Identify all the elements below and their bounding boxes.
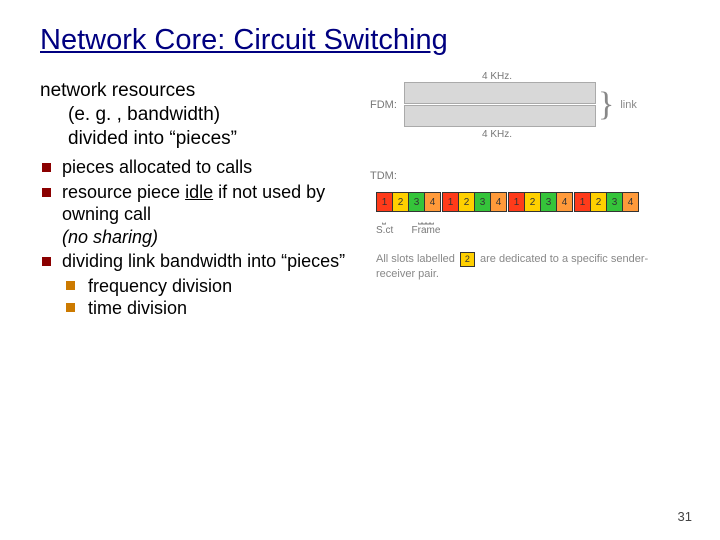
fdm-link-label: link <box>620 99 637 111</box>
tdm-cell: 4 <box>557 193 572 211</box>
tdm-cell: 3 <box>475 193 491 211</box>
fdm-khz-top: 4 KHz. <box>482 71 512 82</box>
sub-bullet-2: time division <box>62 297 360 320</box>
tdm-cell: 1 <box>575 193 591 211</box>
tdm-cell: 2 <box>525 193 541 211</box>
fdm-label: FDM: <box>370 99 404 111</box>
bullet-list: pieces allocated to calls resource piece… <box>40 156 360 320</box>
tdm-frame-label: Frame <box>412 225 441 236</box>
tdm-caption-1: All slots labelled <box>376 253 458 265</box>
tdm-frame-1: 1 2 3 4 <box>376 192 441 212</box>
tdm-label: TDM: <box>370 170 680 182</box>
tdm-row: 1 2 3 4 1 2 3 4 1 2 3 4 <box>376 192 680 212</box>
tdm-cell: 1 <box>509 193 525 211</box>
fdm-band-1 <box>404 82 596 104</box>
bullet-3-text: dividing link bandwidth into “pieces” <box>62 251 345 271</box>
fdm-bands: 4 KHz. 4 KHz. <box>404 81 596 128</box>
fdm-khz-bottom: 4 KHz. <box>482 129 512 140</box>
tdm-cell: 3 <box>541 193 557 211</box>
tdm-slot-bracket: ⎵S.ct <box>376 214 392 236</box>
page-number: 31 <box>678 509 692 524</box>
bullet-2-idle: idle <box>185 182 213 202</box>
tdm-slot-label: S.ct <box>376 225 393 236</box>
tdm-caption: All slots labelled 2 are dedicated to a … <box>376 252 680 282</box>
tdm-frame-4: 1 2 3 4 <box>574 192 639 212</box>
intro-line2: (e. g. , bandwidth) <box>40 104 220 125</box>
tdm-frame-3: 1 2 3 4 <box>508 192 573 212</box>
slide-title: Network Core: Circuit Switching <box>40 24 680 57</box>
tdm-caption-numbox: 2 <box>460 252 475 267</box>
figure-column: FDM: 4 KHz. 4 KHz. } link TDM: 1 2 3 <box>360 79 680 282</box>
text-column: network resources (e. g. , bandwidth) di… <box>40 79 360 322</box>
bullet-2: resource piece idle if not used by ownin… <box>40 181 360 249</box>
tdm-frame-2: 1 2 3 4 <box>442 192 507 212</box>
fdm-diagram: FDM: 4 KHz. 4 KHz. } link <box>370 81 680 128</box>
tdm-cell: 2 <box>459 193 475 211</box>
bullet-3: dividing link bandwidth into “pieces” fr… <box>40 250 360 320</box>
tdm-cell: 4 <box>623 193 638 211</box>
tdm-cell: 3 <box>607 193 623 211</box>
tdm-cell: 2 <box>393 193 409 211</box>
intro-text: network resources (e. g. , bandwidth) di… <box>40 79 360 150</box>
brace-icon: } <box>598 93 614 117</box>
bullet-2a: resource piece <box>62 182 185 202</box>
bullet-1: pieces allocated to calls <box>40 156 360 179</box>
fdm-band-2 <box>404 105 596 127</box>
tdm-cell: 3 <box>409 193 425 211</box>
tdm-cell: 1 <box>377 193 393 211</box>
sub-bullet-list: frequency division time division <box>62 275 360 320</box>
tdm-cell: 4 <box>491 193 506 211</box>
tdm-diagram: TDM: 1 2 3 4 1 2 3 4 1 <box>370 170 680 282</box>
tdm-frame-bracket: ⎵⎵⎵⎵Frame <box>394 214 458 236</box>
tdm-cell: 2 <box>591 193 607 211</box>
bullet-2c: (no sharing) <box>62 227 158 247</box>
sub-bullet-1: frequency division <box>62 275 360 298</box>
intro-line3: divided into “pieces” <box>40 128 237 149</box>
tdm-cell: 1 <box>443 193 459 211</box>
tdm-under-labels: ⎵S.ct ⎵⎵⎵⎵Frame <box>376 214 680 236</box>
tdm-cell: 4 <box>425 193 440 211</box>
intro-line1: network resources <box>40 80 195 101</box>
